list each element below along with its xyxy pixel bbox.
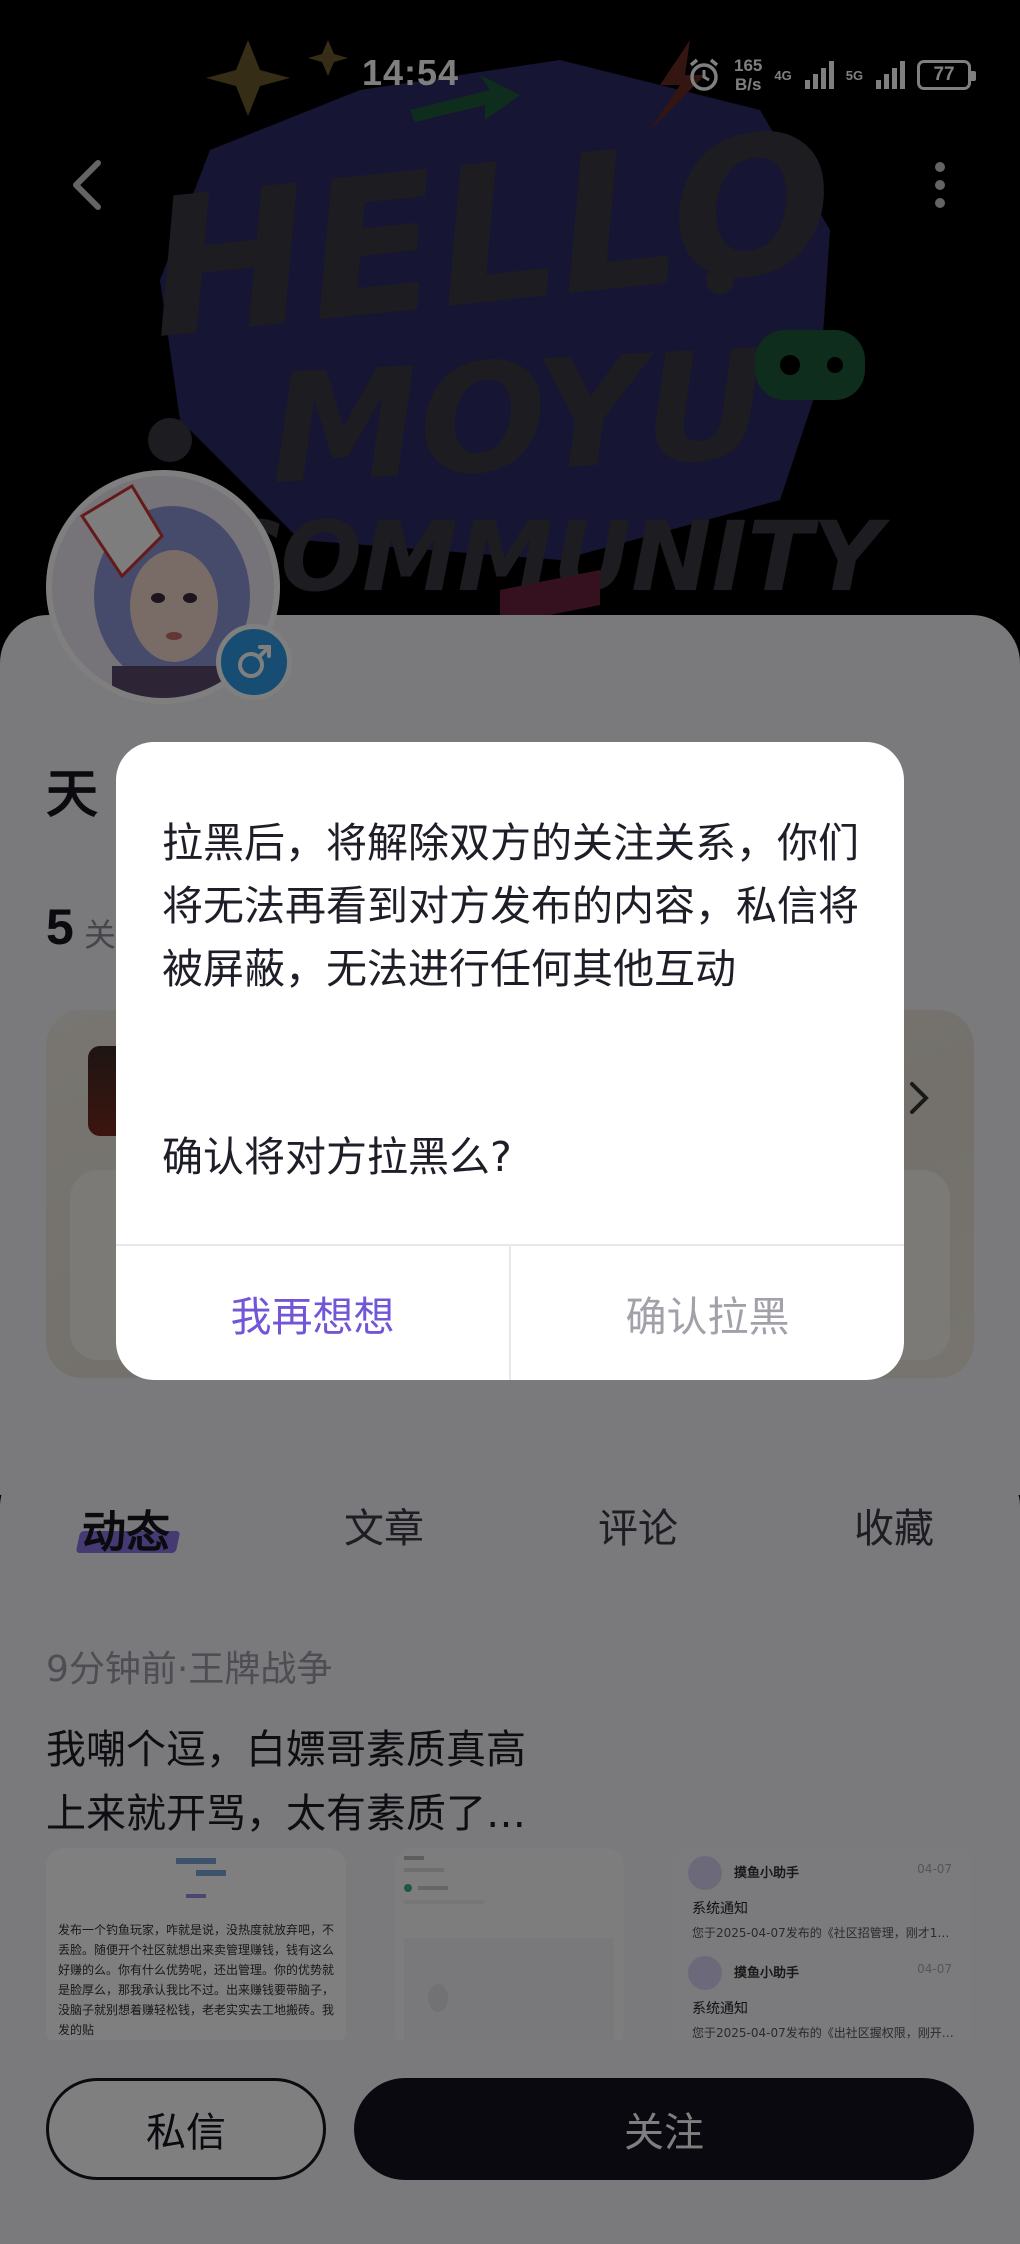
cancel-button[interactable]: 我再想想 — [116, 1246, 509, 1380]
dialog-question: 确认将对方拉黑么? — [162, 1133, 512, 1181]
block-confirm-dialog: 拉黑后，将解除双方的关注关系，你们将无法再看到对方发布的内容，私信将被屏蔽，无法… — [116, 742, 904, 1380]
confirm-block-button[interactable]: 确认拉黑 — [511, 1246, 904, 1380]
dialog-message: 拉黑后，将解除双方的关注关系，你们将无法再看到对方发布的内容，私信将被屏蔽，无法… — [162, 819, 859, 993]
